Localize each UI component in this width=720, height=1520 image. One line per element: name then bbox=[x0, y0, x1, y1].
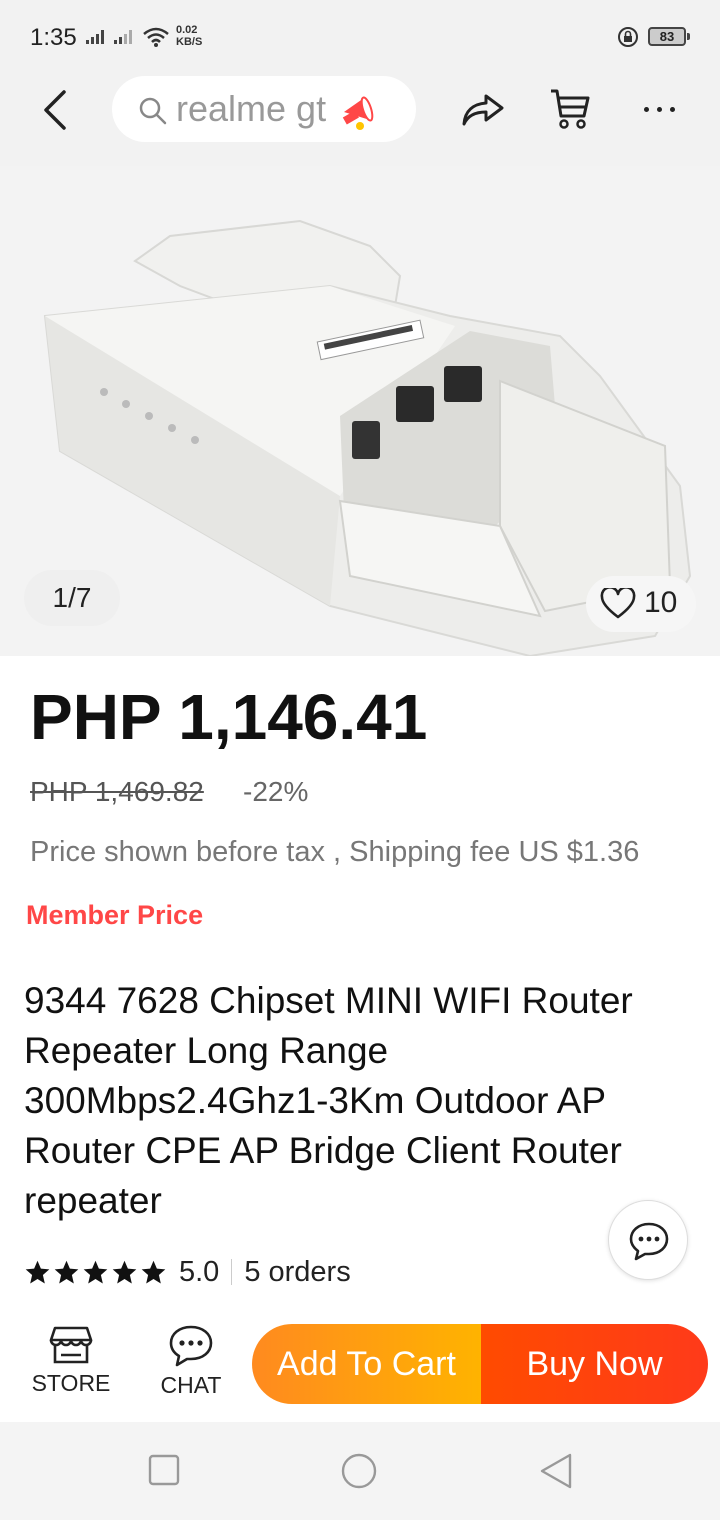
search-text: realme gt bbox=[176, 88, 327, 129]
heart-icon bbox=[600, 588, 636, 619]
chat-icon bbox=[169, 1325, 213, 1367]
signal-icon bbox=[86, 30, 104, 44]
search-icon bbox=[139, 97, 167, 125]
net-speed-unit: KB/S bbox=[176, 36, 203, 48]
star-icon bbox=[83, 1260, 108, 1284]
product-title: 9344 7628 Chipset MINI WIFI Router Repea… bbox=[24, 980, 633, 1221]
image-counter: 1/7 bbox=[24, 570, 120, 626]
back-nav-icon[interactable] bbox=[538, 1452, 574, 1490]
star-icon bbox=[54, 1260, 79, 1284]
store-label: STORE bbox=[31, 1370, 111, 1396]
signal-icon bbox=[114, 30, 132, 44]
store-icon bbox=[49, 1326, 93, 1364]
search-box[interactable]: realme gt bbox=[112, 76, 416, 142]
home-icon[interactable] bbox=[340, 1452, 378, 1490]
chat-label: CHAT bbox=[160, 1372, 222, 1398]
store-button[interactable]: STORE bbox=[24, 1324, 118, 1404]
system-nav-bar bbox=[0, 1422, 720, 1520]
star-icon bbox=[112, 1260, 137, 1284]
star-icon bbox=[141, 1260, 166, 1284]
wishlist-button[interactable]: 10 bbox=[586, 576, 696, 632]
share-icon[interactable] bbox=[460, 90, 506, 130]
member-price-label[interactable]: Member Price bbox=[26, 900, 203, 931]
more-button[interactable] bbox=[640, 90, 680, 130]
status-time: 1:35 bbox=[30, 24, 77, 51]
buy-now-button[interactable]: Buy Now bbox=[481, 1324, 708, 1404]
cart-icon[interactable] bbox=[548, 86, 592, 132]
product-image[interactable]: 1/7 10 bbox=[0, 166, 720, 656]
rotation-lock-icon bbox=[618, 27, 638, 47]
original-price: PHP 1,469.82 bbox=[30, 776, 204, 807]
battery-tip bbox=[687, 33, 690, 40]
star-icon bbox=[25, 1260, 50, 1284]
back-icon[interactable] bbox=[36, 88, 76, 132]
wishlist-count: 10 bbox=[644, 586, 678, 619]
status-bar: 1:35 0.02 KB/S 83 bbox=[0, 0, 720, 70]
top-nav: realme gt bbox=[0, 70, 720, 166]
net-speed: 0.02 KB/S bbox=[176, 24, 202, 48]
rating-row[interactable]: 5.0 5 orders bbox=[24, 1252, 351, 1292]
star-rating bbox=[24, 1259, 167, 1286]
floating-chat-button[interactable] bbox=[608, 1200, 688, 1280]
add-to-cart-button[interactable]: Add To Cart bbox=[252, 1324, 481, 1404]
divider bbox=[231, 1259, 233, 1285]
action-bar: STORE CHAT Add To Cart Buy Now bbox=[0, 1308, 720, 1422]
chat-bubble-icon bbox=[629, 1222, 669, 1261]
wifi-icon bbox=[143, 27, 169, 47]
chat-button[interactable]: CHAT bbox=[146, 1324, 236, 1404]
net-speed-value: 0.02 bbox=[176, 24, 198, 36]
tax-shipping-note: Price shown before tax , Shipping fee US… bbox=[30, 836, 640, 868]
battery-indicator: 83 bbox=[648, 27, 686, 46]
megaphone-icon bbox=[342, 96, 374, 130]
rating-value: 5.0 bbox=[179, 1255, 220, 1288]
orders-count: 5 orders bbox=[244, 1255, 351, 1288]
discount-badge: -22% bbox=[243, 776, 309, 807]
price: PHP 1,146.41 bbox=[30, 681, 428, 753]
recents-icon[interactable] bbox=[148, 1454, 180, 1486]
